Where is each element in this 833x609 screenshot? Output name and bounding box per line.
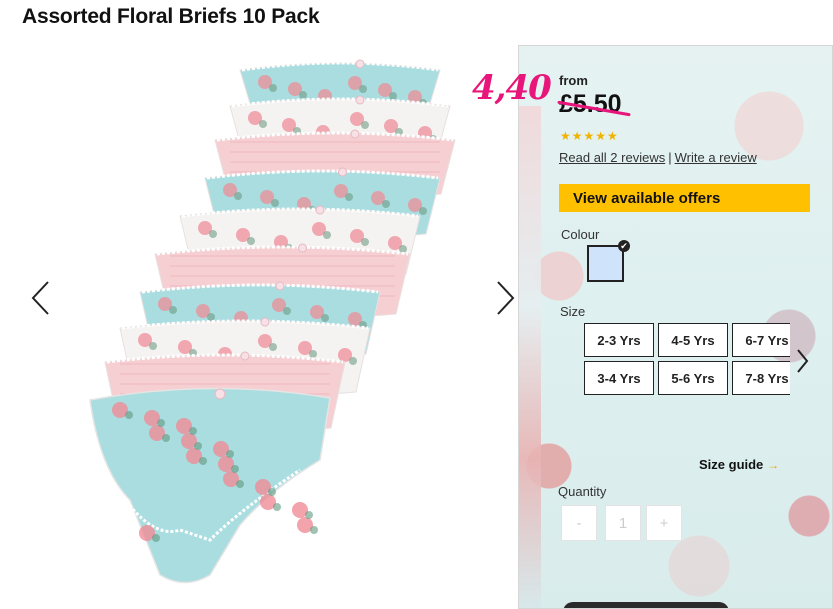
size-option-6-7[interactable]: 6-7 Yrs — [732, 323, 790, 357]
gallery-prev-button[interactable] — [30, 280, 60, 324]
quantity-decrease-button[interactable]: - — [561, 505, 597, 541]
colour-label: Colour — [561, 227, 600, 242]
check-icon: ✔ — [618, 240, 630, 252]
size-option-4-5[interactable]: 4-5 Yrs — [658, 323, 728, 357]
purchase-panel: from £5.50 ★★★★★ Read all 2 reviews | Writ… — [518, 45, 833, 609]
size-option-5-6[interactable]: 5-6 Yrs — [658, 361, 728, 395]
colour-swatch-selected[interactable] — [587, 245, 624, 282]
product-title: Assorted Floral Briefs 10 Pack — [22, 5, 320, 28]
chevron-right-icon — [797, 349, 809, 373]
chevron-right-icon — [497, 281, 515, 315]
size-options: 2-3 Yrs 4-5 Yrs 6-7 Yrs 3-4 Yrs 5-6 Yrs … — [584, 323, 790, 399]
from-label: from — [559, 73, 588, 88]
background-image-strip — [519, 106, 541, 608]
size-next-button[interactable] — [792, 346, 812, 376]
size-label: Size — [560, 304, 586, 319]
size-option-7-8[interactable]: 7-8 Yrs — [732, 361, 790, 395]
arrow-right-icon: → — [767, 458, 780, 472]
read-reviews-link[interactable]: Read all 2 reviews — [559, 150, 665, 165]
quantity-increase-button[interactable]: + — [646, 505, 682, 541]
product-image — [89, 59, 456, 584]
product-gallery — [20, 50, 530, 598]
star-rating: ★★★★★ — [560, 129, 619, 143]
add-to-basket-button-partial[interactable] — [563, 602, 729, 608]
quantity-label: Quantity — [558, 484, 607, 499]
size-option-3-4[interactable]: 3-4 Yrs — [584, 361, 654, 395]
quantity-input[interactable]: 1 — [605, 505, 641, 541]
write-review-link[interactable]: Write a review — [675, 150, 757, 165]
size-option-2-3[interactable]: 2-3 Yrs — [584, 323, 654, 357]
reviews-links: Read all 2 reviews | Write a review — [559, 150, 757, 165]
handwritten-new-price: 4,40 — [472, 68, 552, 108]
reviews-separator: | — [668, 150, 672, 165]
size-guide-label: Size guide — [699, 457, 764, 472]
chevron-left-icon — [31, 281, 49, 315]
size-guide-link[interactable]: Size guide → — [699, 457, 779, 472]
view-offers-button[interactable]: View available offers — [559, 184, 810, 212]
